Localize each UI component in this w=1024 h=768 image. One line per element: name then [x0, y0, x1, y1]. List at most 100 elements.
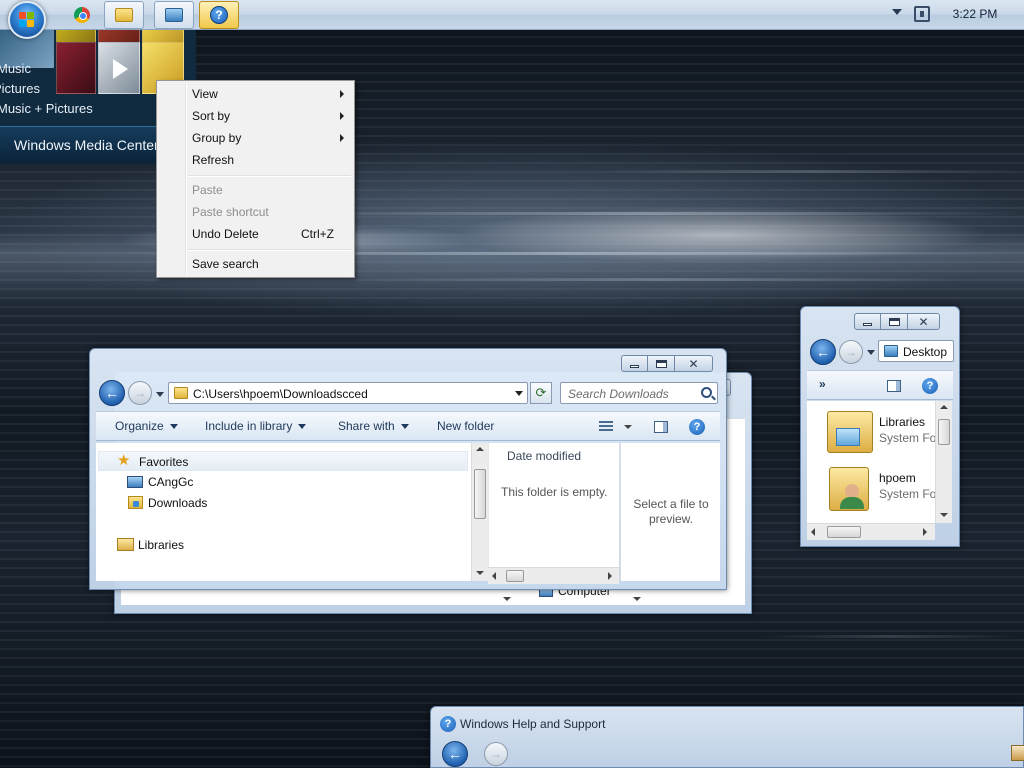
favorites-header[interactable]: ★ Favorites	[98, 451, 468, 471]
scroll-right-arrow-icon[interactable]	[923, 528, 927, 536]
help-and-support-window[interactable]: ? Windows Help and Support ← →	[430, 706, 1024, 768]
media-center-menu-item[interactable]: Music + Pictures	[0, 101, 93, 116]
help-icon[interactable]: ?	[922, 378, 938, 394]
share-with-button[interactable]: Share with	[338, 419, 409, 433]
back-arrow-icon: ←	[448, 746, 462, 762]
media-center-menu-item[interactable]: Music	[0, 61, 31, 76]
desktop-list-horizontal-scrollbar[interactable]	[807, 523, 935, 540]
scrollbar-thumb[interactable]	[506, 570, 524, 582]
scroll-left-arrow-icon[interactable]	[811, 528, 815, 536]
new-folder-button[interactable]: New folder	[437, 419, 494, 433]
explorer-window-desktop[interactable]: ✕ ← → Desktop » ? Libraries System Fo hp…	[800, 306, 960, 547]
address-path: Desktop	[903, 345, 948, 359]
more-commands-button[interactable]: »	[819, 377, 826, 391]
scroll-right-arrow-icon[interactable]	[608, 572, 612, 580]
show-hidden-icons-button[interactable]	[892, 9, 902, 15]
menu-item-undo-delete[interactable]: Undo Delete Ctrl+Z	[159, 223, 352, 245]
menu-item-sort-by[interactable]: Sort by	[159, 105, 352, 127]
scrollbar-thumb[interactable]	[938, 419, 950, 445]
scroll-down-arrow-icon[interactable]	[503, 597, 511, 601]
taskbar-explorer-button[interactable]	[104, 1, 144, 29]
taskbar-help-button[interactable]: ?	[199, 1, 239, 29]
wallpaper-streak	[600, 170, 1020, 173]
taskbar-remote-desktop-button[interactable]	[154, 1, 194, 29]
forward-arrow-icon: →	[490, 747, 502, 761]
close-button[interactable]: ✕	[908, 313, 940, 330]
address-dropdown-icon[interactable]	[515, 391, 523, 396]
preview-pane-icon[interactable]	[654, 421, 668, 433]
menu-item-view[interactable]: View	[159, 83, 352, 105]
menu-item-paste[interactable]: Paste	[159, 179, 352, 201]
file-item-libraries[interactable]: Libraries System Fo	[809, 407, 936, 457]
menu-item-save-search[interactable]: Save search	[159, 253, 352, 275]
refresh-button[interactable]: ⟳	[530, 382, 552, 404]
desktop-list-scrollbar[interactable]	[935, 401, 952, 523]
nav-item-canggc[interactable]: CAngGc	[148, 475, 193, 489]
maximize-button[interactable]	[648, 355, 675, 372]
nav-item-libraries[interactable]: Libraries	[138, 538, 184, 552]
home-icon[interactable]	[1011, 745, 1024, 761]
address-bar[interactable]: Desktop	[878, 340, 954, 362]
file-item-hpoem[interactable]: hpoem System Fo	[809, 463, 937, 515]
column-header-date-modified[interactable]: Date modified	[507, 449, 581, 463]
media-center-title: Windows Media Center	[14, 137, 159, 153]
scroll-down-arrow-icon[interactable]	[476, 571, 484, 575]
scroll-down-arrow-icon[interactable]	[633, 597, 641, 601]
search-icon	[701, 387, 712, 398]
back-button[interactable]: ←	[442, 741, 468, 767]
back-button[interactable]: ←	[810, 339, 836, 365]
taskbar-clock[interactable]: 3:22 PM	[940, 7, 1010, 21]
scroll-down-arrow-icon[interactable]	[940, 513, 948, 517]
forward-button[interactable]: →	[128, 381, 152, 405]
desktop-file-list: Libraries System Fo hpoem System Fo	[807, 401, 937, 523]
file-item-type: System Fo	[879, 487, 937, 501]
close-button[interactable]: ✕	[675, 355, 713, 372]
start-button[interactable]	[8, 1, 46, 39]
scroll-up-arrow-icon[interactable]	[940, 405, 948, 409]
scrollbar-thumb[interactable]	[474, 469, 486, 519]
scroll-up-arrow-icon[interactable]	[476, 447, 484, 451]
preview-message: Select a file to preview.	[633, 497, 709, 526]
menu-item-refresh[interactable]: Refresh	[159, 149, 352, 171]
libraries-icon	[117, 538, 134, 551]
include-in-library-button[interactable]: Include in library	[205, 419, 307, 433]
forward-button[interactable]: →	[839, 340, 863, 364]
help-icon[interactable]: ?	[689, 419, 705, 435]
chevron-down-icon	[298, 424, 307, 430]
media-center-menu-item[interactable]: Pictures	[0, 81, 40, 96]
organize-button[interactable]: Organize	[115, 419, 178, 433]
nav-item-downloads[interactable]: Downloads	[148, 496, 207, 510]
address-path: C:\Users\hpoem\Downloadscced	[193, 387, 368, 401]
menu-item-shortcut: Ctrl+Z	[301, 227, 334, 241]
address-bar[interactable]: C:\Users\hpoem\Downloadscced	[168, 382, 528, 404]
minimize-button[interactable]	[621, 355, 648, 372]
preview-pane-icon[interactable]	[887, 380, 901, 392]
view-options-dropdown-icon[interactable]	[624, 425, 632, 429]
search-box[interactable]: Search Downloads	[560, 382, 718, 404]
folder-icon	[174, 387, 188, 399]
media-tile[interactable]	[98, 42, 140, 94]
recent-pages-dropdown[interactable]	[156, 392, 164, 397]
scroll-left-arrow-icon[interactable]	[492, 572, 496, 580]
network-icon[interactable]	[914, 6, 930, 22]
forward-arrow-icon: →	[845, 345, 857, 359]
media-tile[interactable]	[56, 42, 96, 94]
menu-item-group-by[interactable]: Group by	[159, 127, 352, 149]
scrollbar-thumb[interactable]	[827, 526, 861, 538]
forward-button[interactable]: →	[484, 742, 508, 766]
change-view-icon[interactable]	[599, 421, 613, 433]
navigation-pane-scrollbar[interactable]	[471, 443, 488, 581]
file-list-pane[interactable]: Date modified This folder is empty.	[488, 443, 619, 568]
forward-arrow-icon: →	[134, 386, 146, 400]
submenu-arrow-icon	[340, 90, 344, 98]
file-list-horizontal-scrollbar[interactable]	[488, 567, 619, 584]
explorer-window-downloads[interactable]: ✕ ← → C:\Users\hpoem\Downloadscced ⟳ Sea…	[89, 348, 727, 590]
taskbar-chrome-button[interactable]	[62, 1, 102, 29]
minimize-button[interactable]	[854, 313, 881, 330]
maximize-button[interactable]	[881, 313, 908, 330]
menu-item-paste-shortcut[interactable]: Paste shortcut	[159, 201, 352, 223]
recent-pages-dropdown[interactable]	[867, 350, 875, 355]
wallpaper-streak	[360, 278, 960, 281]
back-button[interactable]: ←	[99, 380, 125, 406]
desktop-context-menu: View Sort by Group by Refresh Paste Past…	[156, 80, 355, 278]
